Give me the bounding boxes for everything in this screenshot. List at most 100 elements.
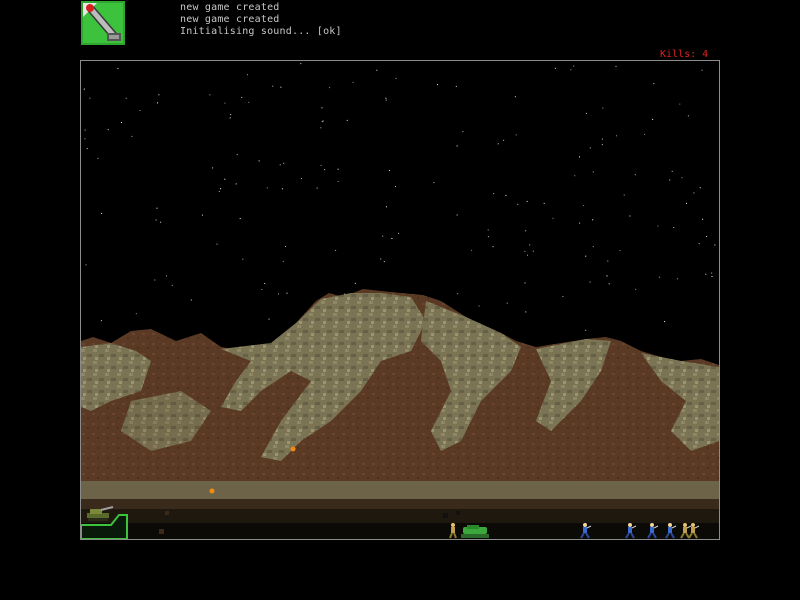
star [705,273,707,275]
star [280,86,282,88]
star [220,188,222,190]
console-line: new game created [180,2,280,13]
star [657,225,659,227]
star [117,68,119,69]
star [693,192,695,194]
star [354,282,356,284]
star [462,131,464,133]
shell-icon [290,446,296,452]
star [592,219,594,221]
star [653,83,655,85]
star [714,244,716,246]
star [380,258,382,260]
star [121,122,122,123]
star [592,171,594,173]
star [706,236,708,237]
star [135,313,137,315]
star [701,69,703,71]
star [543,202,545,204]
star [385,99,387,101]
star [83,88,85,90]
star [156,207,158,209]
debris [443,513,448,518]
star [699,187,701,189]
star [158,94,160,96]
star [300,63,302,65]
star [316,187,318,189]
star [652,118,654,120]
star [525,311,527,313]
star [266,187,268,189]
star [101,212,103,214]
star [346,119,348,121]
star [487,236,489,238]
star [677,278,678,280]
star [209,94,211,96]
star [139,110,141,111]
star [337,181,339,182]
star [579,156,580,158]
star [329,87,331,89]
ground-edge [81,499,719,509]
star [86,148,88,150]
star [229,117,231,119]
star [391,238,393,239]
shell-icon [209,488,215,494]
star [216,243,218,245]
star [125,97,127,99]
star [673,227,675,228]
star [492,246,494,248]
star [686,202,687,204]
debris [456,511,460,515]
star [505,194,507,196]
star [532,250,534,252]
star [235,183,237,185]
star [300,178,302,180]
star [664,321,666,323]
star [320,127,322,129]
star [398,232,400,234]
star [281,188,283,190]
rubble-band [81,481,719,501]
star [589,281,591,283]
star [503,139,505,141]
star [515,134,517,136]
star [669,179,671,181]
star [514,96,516,98]
star [352,81,354,83]
star [248,101,250,103]
star [457,293,459,295]
star [629,215,631,217]
star [585,255,587,257]
star [212,167,214,169]
missile-launcher-icon[interactable] [81,1,125,45]
star [337,168,339,170]
star [272,85,274,87]
star [601,144,603,146]
star [527,254,528,256]
star [155,219,157,221]
star [698,243,700,245]
star [606,275,608,277]
star [242,258,244,260]
star [478,305,480,307]
star [239,218,241,220]
star [279,164,281,166]
star [711,276,713,277]
game-viewport[interactable] [80,60,720,540]
star [321,107,323,109]
star [278,293,279,295]
game-scene[interactable] [81,61,719,539]
star [335,249,337,251]
star [526,200,528,202]
star [671,170,673,172]
star [592,246,594,248]
star [321,121,323,123]
star [437,84,438,86]
star [583,205,585,207]
star [711,272,713,274]
star [524,282,526,284]
star [497,143,499,145]
star [166,275,167,277]
star [268,318,270,320]
